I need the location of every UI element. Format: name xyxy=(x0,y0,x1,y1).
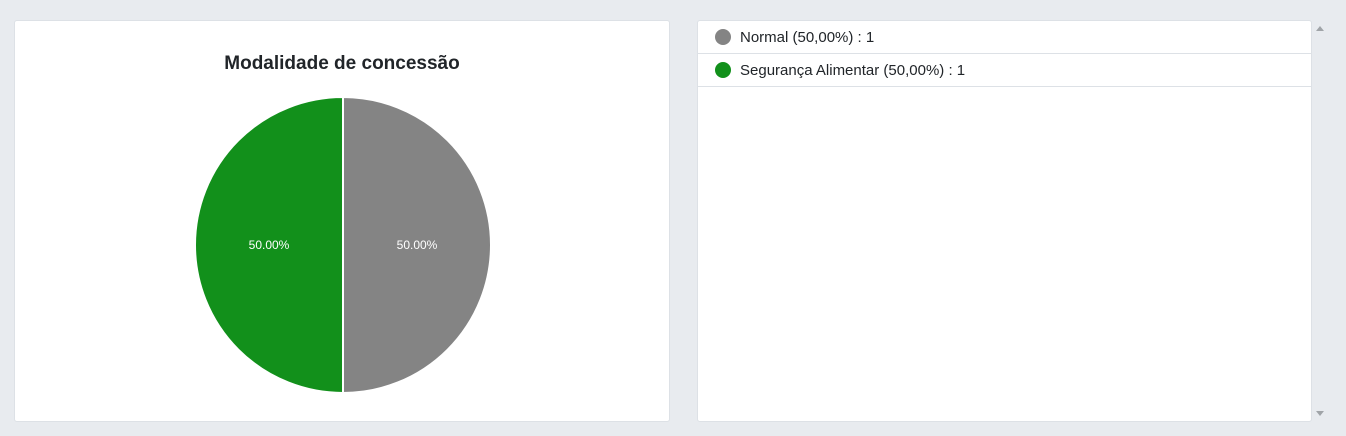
vertical-scrollbar[interactable] xyxy=(1313,20,1327,422)
legend-dot-normal xyxy=(715,29,731,45)
legend-panel: Normal (50,00%) : 1 Segurança Alimentar … xyxy=(697,20,1312,422)
legend-label-normal: Normal (50,00%) : 1 xyxy=(740,28,875,46)
chart-panel: Modalidade de concessão 50.00% 50.00% xyxy=(14,20,670,422)
legend-list: Normal (50,00%) : 1 Segurança Alimentar … xyxy=(698,21,1311,87)
legend-item-normal[interactable]: Normal (50,00%) : 1 xyxy=(698,21,1311,54)
legend-item-seguranca-alimentar[interactable]: Segurança Alimentar (50,00%) : 1 xyxy=(698,54,1311,87)
scroll-down-arrow-icon[interactable] xyxy=(1316,411,1324,416)
legend-dot-seguranca-alimentar xyxy=(715,62,731,78)
pie-chart: 50.00% 50.00% xyxy=(194,95,492,395)
legend-label-seguranca-alimentar: Segurança Alimentar (50,00%) : 1 xyxy=(740,61,966,79)
pie-slice-label-0: 50.00% xyxy=(397,238,438,252)
scroll-up-arrow-icon[interactable] xyxy=(1316,26,1324,31)
pie-slice-label-1: 50.00% xyxy=(249,238,290,252)
